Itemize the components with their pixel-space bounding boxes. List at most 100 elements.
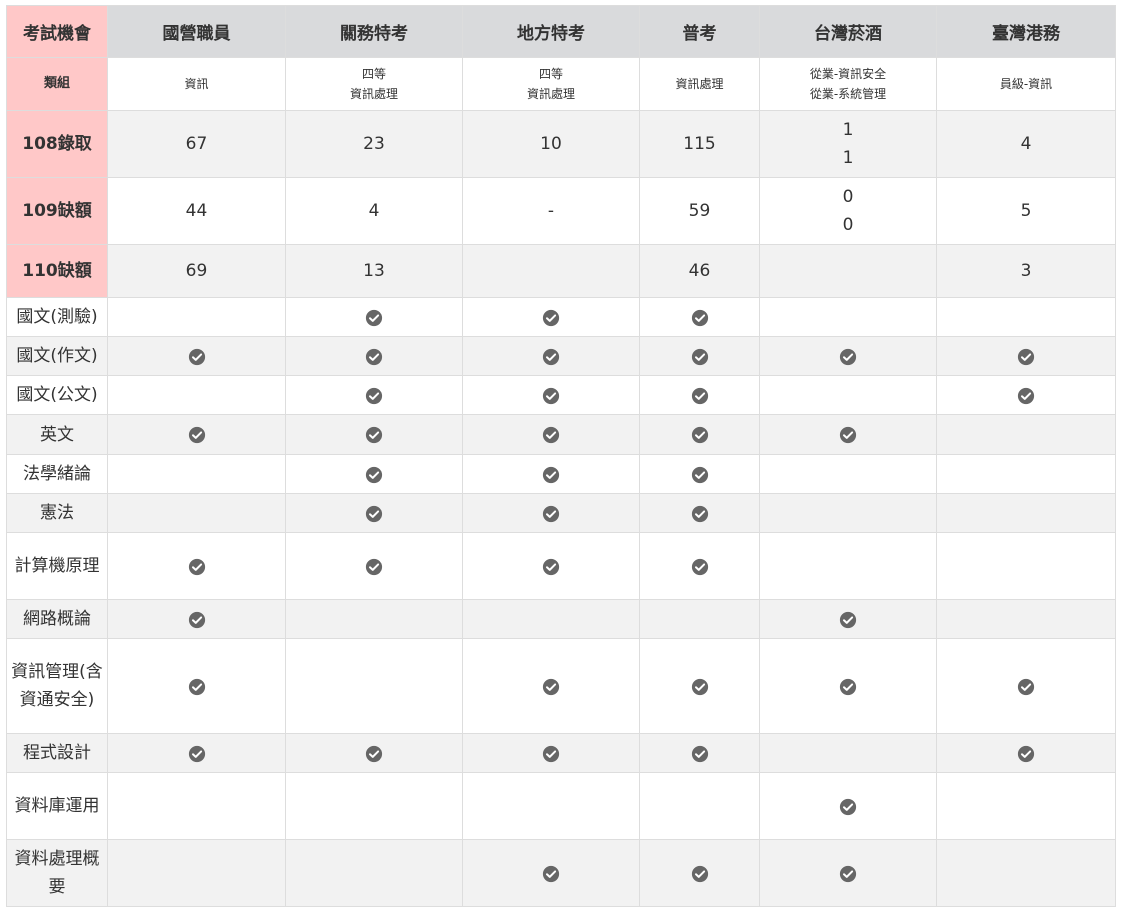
subject-cell	[107, 297, 286, 337]
row-header-subject: 資料庫運用	[6, 772, 108, 840]
subject-cell	[462, 336, 640, 376]
count-cell: 67	[107, 110, 286, 178]
subject-cell	[462, 414, 640, 455]
cell-line: 5	[1020, 201, 1032, 221]
subject-cell	[462, 839, 640, 907]
subject-row: 國文(測驗)	[6, 297, 1116, 337]
row-header-count: 110缺額	[6, 244, 108, 298]
subject-cell	[759, 733, 937, 773]
subject-cell	[107, 454, 286, 494]
subject-cell	[107, 414, 286, 455]
subject-cell	[285, 493, 463, 533]
subject-cell	[285, 599, 463, 639]
check-circle-icon	[542, 865, 560, 882]
check-circle-icon	[365, 309, 383, 326]
col-header-state-enterprise: 國營職員	[107, 5, 286, 58]
count-cell: -	[462, 177, 640, 245]
cell-line: 員級-資訊	[999, 77, 1053, 91]
cell-line: 0	[842, 187, 854, 207]
check-circle-icon	[691, 505, 708, 522]
count-cell: 115	[639, 110, 760, 178]
header-row: 考試機會 國營職員 關務特考 地方特考 普考 台灣菸酒 臺灣港務	[6, 5, 1116, 58]
count-cell: 11	[759, 110, 937, 178]
subject-row: 網路概論	[6, 599, 1116, 639]
subject-cell	[759, 599, 937, 639]
category-cell: 四等 資訊處理	[285, 57, 463, 111]
check-circle-icon	[188, 558, 205, 575]
check-circle-icon	[188, 427, 205, 444]
subject-cell	[107, 375, 286, 415]
row-header-count: 109缺額	[6, 177, 108, 245]
cell-line: 69	[185, 261, 208, 281]
check-circle-icon	[839, 678, 857, 695]
count-row: 108錄取 67 23 10 115 1 1 4	[6, 110, 1116, 178]
cell-line: 46	[688, 261, 711, 281]
check-circle-icon	[691, 466, 708, 483]
subject-cell	[639, 638, 760, 734]
row-header-subject: 資訊管理(含資通安全)	[6, 638, 108, 734]
count-cell: 59	[639, 177, 760, 245]
subject-row: 法學緒論	[6, 454, 1116, 494]
check-circle-icon	[188, 611, 205, 628]
category-cell: 資訊處理	[639, 57, 760, 111]
subject-cell	[639, 733, 760, 773]
subject-row: 資訊管理(含資通安全)	[6, 638, 1116, 734]
subject-cell	[936, 638, 1116, 734]
subject-cell	[285, 414, 463, 455]
subject-cell	[759, 414, 937, 455]
subject-cell	[936, 454, 1116, 494]
subject-row: 國文(公文)	[6, 375, 1116, 415]
subject-cell	[285, 733, 463, 773]
check-circle-icon	[839, 348, 857, 365]
category-cell: 四等 資訊處理	[462, 57, 640, 111]
check-circle-icon	[542, 387, 560, 404]
cell-line: 10	[540, 134, 562, 154]
subject-cell	[285, 532, 463, 600]
subject-cell	[462, 454, 640, 494]
cell-line: 1	[842, 148, 854, 168]
cell-line: 資訊	[184, 77, 209, 91]
table-body: 類組 資訊 四等 資訊處理 四等 資訊處理 資訊處理 從業-資訊安全 從業-系統管理 員級-資訊 1…	[6, 57, 1116, 907]
check-circle-icon	[188, 348, 205, 365]
subject-cell	[759, 638, 937, 734]
count-cell: 5	[936, 177, 1116, 245]
check-circle-icon	[691, 558, 708, 575]
check-circle-icon	[691, 387, 708, 404]
subject-cell	[936, 375, 1116, 415]
subject-cell	[285, 375, 463, 415]
cell-line: 從業-系統管理	[809, 87, 887, 101]
subject-cell	[759, 297, 937, 337]
check-circle-icon	[542, 427, 560, 444]
subject-cell	[285, 638, 463, 734]
row-header-subject: 國文(公文)	[6, 375, 108, 415]
col-header-general: 普考	[639, 5, 760, 58]
subject-cell	[759, 375, 937, 415]
subject-row: 資料處理概要	[6, 839, 1116, 907]
category-row: 類組 資訊 四等 資訊處理 四等 資訊處理 資訊處理 從業-資訊安全 從業-系統管理 員級-資訊	[6, 57, 1116, 111]
count-cell: 00	[759, 177, 937, 245]
subject-row: 資料庫運用	[6, 772, 1116, 840]
subject-cell	[759, 493, 937, 533]
subject-cell	[936, 414, 1116, 455]
subject-cell	[462, 297, 640, 337]
cell-line: 1	[842, 120, 854, 140]
check-circle-icon	[1017, 678, 1035, 695]
count-cell: 3	[936, 244, 1116, 298]
exam-comparison-table: 考試機會 國營職員 關務特考 地方特考 普考 台灣菸酒 臺灣港務 類組 資訊 四等資…	[6, 5, 1116, 907]
check-circle-icon	[1017, 387, 1035, 404]
check-circle-icon	[365, 558, 383, 575]
check-circle-icon	[691, 309, 708, 326]
check-circle-icon	[542, 505, 560, 522]
subject-row: 計算機原理	[6, 532, 1116, 600]
col-header-customs: 關務特考	[285, 5, 463, 58]
subject-cell	[639, 375, 760, 415]
cell-line: 四等	[361, 67, 386, 81]
check-circle-icon	[839, 865, 857, 882]
check-circle-icon	[542, 348, 560, 365]
row-header-subject: 國文(測驗)	[6, 297, 108, 337]
count-cell	[462, 244, 640, 298]
cell-line: 44	[185, 201, 208, 221]
subject-cell	[107, 493, 286, 533]
count-cell: 10	[462, 110, 640, 178]
check-circle-icon	[542, 466, 560, 483]
